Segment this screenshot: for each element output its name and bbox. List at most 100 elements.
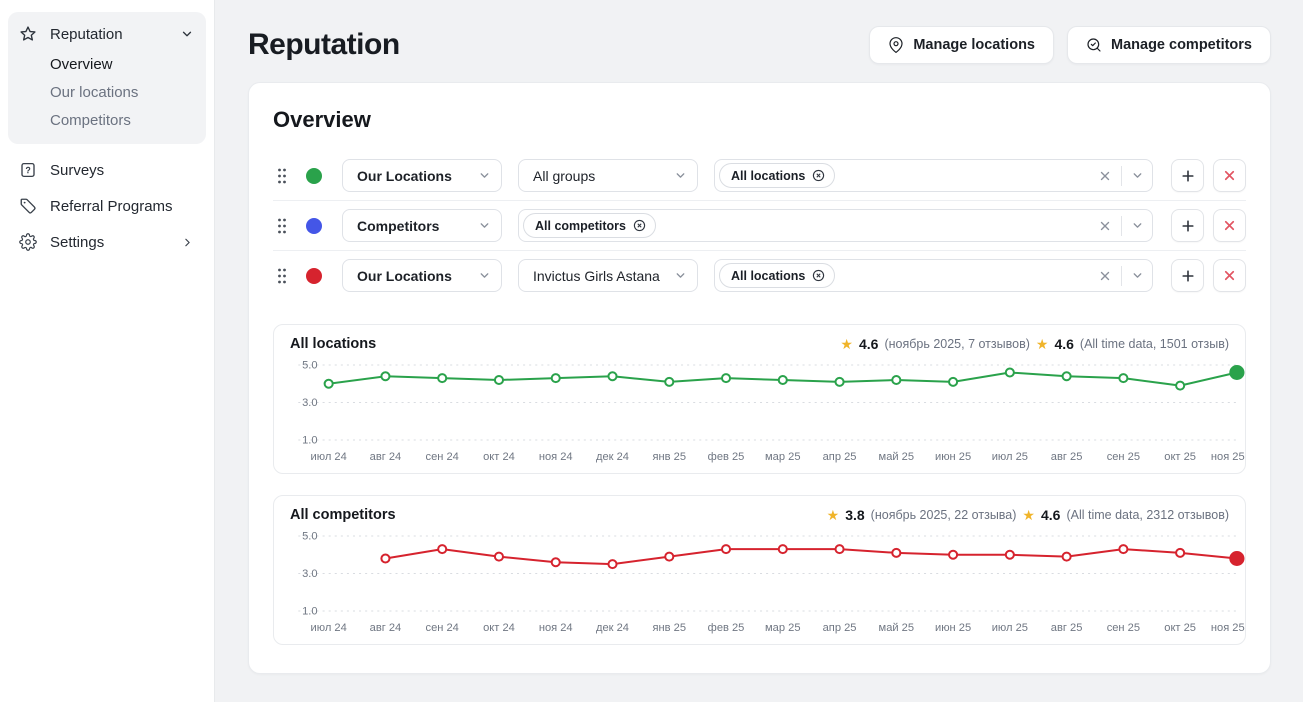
svg-text:дек 24: дек 24 bbox=[596, 451, 629, 463]
svg-text:1.0: 1.0 bbox=[302, 606, 317, 618]
remove-filter-button[interactable] bbox=[1213, 259, 1246, 292]
all-competitors-line-chart: 5.03.01.0июл 24авг 24сен 24окт 24ноя 24д… bbox=[274, 526, 1245, 638]
chevron-down-icon bbox=[470, 169, 491, 182]
group-select[interactable]: All groups bbox=[518, 159, 698, 192]
svg-text:июн 25: июн 25 bbox=[935, 451, 971, 463]
svg-text:июл 25: июл 25 bbox=[992, 451, 1028, 463]
svg-text:авг 25: авг 25 bbox=[1051, 451, 1083, 463]
chart-stats: ★ 4.6 (ноябрь 2025, 7 отзывов) ★ 4.6 (Al… bbox=[840, 336, 1229, 352]
sidebar-item-competitors[interactable]: Competitors bbox=[16, 106, 198, 134]
svg-text:3.0: 3.0 bbox=[302, 397, 317, 409]
filter-row: Our Locations All groups All locations bbox=[273, 159, 1246, 192]
star-icon: ★ bbox=[1036, 337, 1049, 351]
svg-text:мар 25: мар 25 bbox=[765, 622, 800, 634]
row-divider bbox=[273, 250, 1246, 251]
chart-title: All locations bbox=[290, 336, 376, 352]
page-title: Reputation bbox=[248, 28, 400, 62]
chip-remove-icon[interactable] bbox=[811, 268, 826, 283]
sidebar-item-reputation[interactable]: Reputation bbox=[16, 18, 198, 50]
sidebar-item-label: Reputation bbox=[50, 26, 123, 43]
sidebar-item-overview[interactable]: Overview bbox=[16, 50, 198, 78]
selection-chip: All locations bbox=[719, 163, 835, 188]
chevron-down-icon[interactable] bbox=[1131, 269, 1144, 282]
selection-chip: All locations bbox=[719, 263, 835, 288]
rating-alltime: 4.6 bbox=[1041, 507, 1060, 523]
chart-title: All competitors bbox=[290, 507, 396, 523]
svg-text:янв 25: янв 25 bbox=[653, 451, 687, 463]
drag-handle-icon[interactable] bbox=[277, 268, 287, 284]
chevron-down-icon[interactable] bbox=[1131, 169, 1144, 182]
locations-multiselect[interactable]: All locations bbox=[714, 159, 1153, 192]
manage-competitors-button[interactable]: Manage competitors bbox=[1067, 26, 1271, 64]
clear-icon[interactable] bbox=[1098, 219, 1112, 233]
svg-text:ноя 24: ноя 24 bbox=[539, 622, 573, 634]
chevron-down-icon bbox=[180, 27, 194, 41]
chevron-down-icon bbox=[666, 269, 687, 282]
chip-remove-icon[interactable] bbox=[811, 168, 826, 183]
row-divider bbox=[273, 200, 1246, 201]
svg-text:фев 25: фев 25 bbox=[708, 622, 745, 634]
add-filter-button[interactable] bbox=[1171, 159, 1204, 192]
filter-row: Competitors All competitors bbox=[273, 209, 1246, 242]
svg-text:май 25: май 25 bbox=[879, 622, 914, 634]
survey-doc-icon: ? bbox=[19, 161, 37, 179]
svg-text:5.0: 5.0 bbox=[302, 360, 317, 372]
svg-text:3.0: 3.0 bbox=[302, 568, 317, 580]
chip-remove-icon[interactable] bbox=[632, 218, 647, 233]
locations-multiselect[interactable]: All locations bbox=[714, 259, 1153, 292]
chart-stats: ★ 3.8 (ноябрь 2025, 22 отзыва) ★ 4.6 (Al… bbox=[827, 507, 1229, 523]
filters: Our Locations All groups All locations bbox=[273, 159, 1246, 292]
sidebar-item-settings[interactable]: Settings bbox=[8, 224, 206, 260]
svg-text:сен 25: сен 25 bbox=[1107, 451, 1140, 463]
divider bbox=[1121, 166, 1122, 186]
competitors-multiselect[interactable]: All competitors bbox=[518, 209, 1153, 242]
drag-handle-icon[interactable] bbox=[277, 168, 287, 184]
rating-alltime: 4.6 bbox=[1054, 336, 1073, 352]
source-select[interactable]: Our Locations bbox=[342, 259, 502, 292]
svg-text:сен 24: сен 24 bbox=[426, 451, 459, 463]
overview-card: Overview Our Locations All groups All lo… bbox=[248, 82, 1271, 674]
svg-text:авг 24: авг 24 bbox=[370, 451, 402, 463]
svg-text:май 25: май 25 bbox=[879, 451, 914, 463]
series-color-dot[interactable] bbox=[306, 168, 322, 184]
svg-text:дек 24: дек 24 bbox=[596, 622, 629, 634]
manage-competitors-label: Manage competitors bbox=[1111, 37, 1252, 53]
chevron-down-icon[interactable] bbox=[1131, 219, 1144, 232]
sidebar-item-referral-programs[interactable]: Referral Programs bbox=[8, 188, 206, 224]
all-locations-line-chart: 5.03.01.0июл 24авг 24сен 24окт 24ноя 24д… bbox=[274, 355, 1245, 467]
star-icon bbox=[19, 25, 37, 43]
svg-text:сен 24: сен 24 bbox=[426, 622, 459, 634]
source-select[interactable]: Our Locations bbox=[342, 159, 502, 192]
svg-text:окт 24: окт 24 bbox=[483, 451, 515, 463]
sidebar-item-surveys[interactable]: ? Surveys bbox=[8, 152, 206, 188]
svg-text:окт 25: окт 25 bbox=[1164, 451, 1196, 463]
remove-filter-button[interactable] bbox=[1213, 209, 1246, 242]
filter-row: Our Locations Invictus Girls Astana All … bbox=[273, 259, 1246, 292]
location-group-select[interactable]: Invictus Girls Astana bbox=[518, 259, 698, 292]
remove-filter-button[interactable] bbox=[1213, 159, 1246, 192]
svg-text:сен 25: сен 25 bbox=[1107, 622, 1140, 634]
rating-current-note: (ноябрь 2025, 7 отзывов) bbox=[884, 337, 1029, 351]
add-filter-button[interactable] bbox=[1171, 209, 1204, 242]
star-icon: ★ bbox=[1022, 508, 1035, 522]
rating-alltime-note: (All time data, 2312 отзывов) bbox=[1066, 508, 1229, 522]
add-filter-button[interactable] bbox=[1171, 259, 1204, 292]
tag-icon bbox=[19, 197, 37, 215]
svg-text:ноя 25: ноя 25 bbox=[1211, 451, 1245, 463]
svg-text:5.0: 5.0 bbox=[302, 531, 317, 543]
series-color-dot[interactable] bbox=[306, 268, 322, 284]
manage-locations-button[interactable]: Manage locations bbox=[869, 26, 1054, 64]
clear-icon[interactable] bbox=[1098, 169, 1112, 183]
sidebar-item-our-locations[interactable]: Our locations bbox=[16, 78, 198, 106]
svg-text:июн 25: июн 25 bbox=[935, 622, 971, 634]
drag-handle-icon[interactable] bbox=[277, 218, 287, 234]
chevron-right-icon bbox=[181, 236, 194, 249]
svg-text:ноя 25: ноя 25 bbox=[1211, 622, 1245, 634]
divider bbox=[1121, 266, 1122, 286]
series-color-dot[interactable] bbox=[306, 218, 322, 234]
clear-icon[interactable] bbox=[1098, 269, 1112, 283]
source-select[interactable]: Competitors bbox=[342, 209, 502, 242]
map-pin-icon bbox=[888, 37, 904, 53]
star-icon: ★ bbox=[827, 508, 840, 522]
star-icon: ★ bbox=[840, 337, 853, 351]
